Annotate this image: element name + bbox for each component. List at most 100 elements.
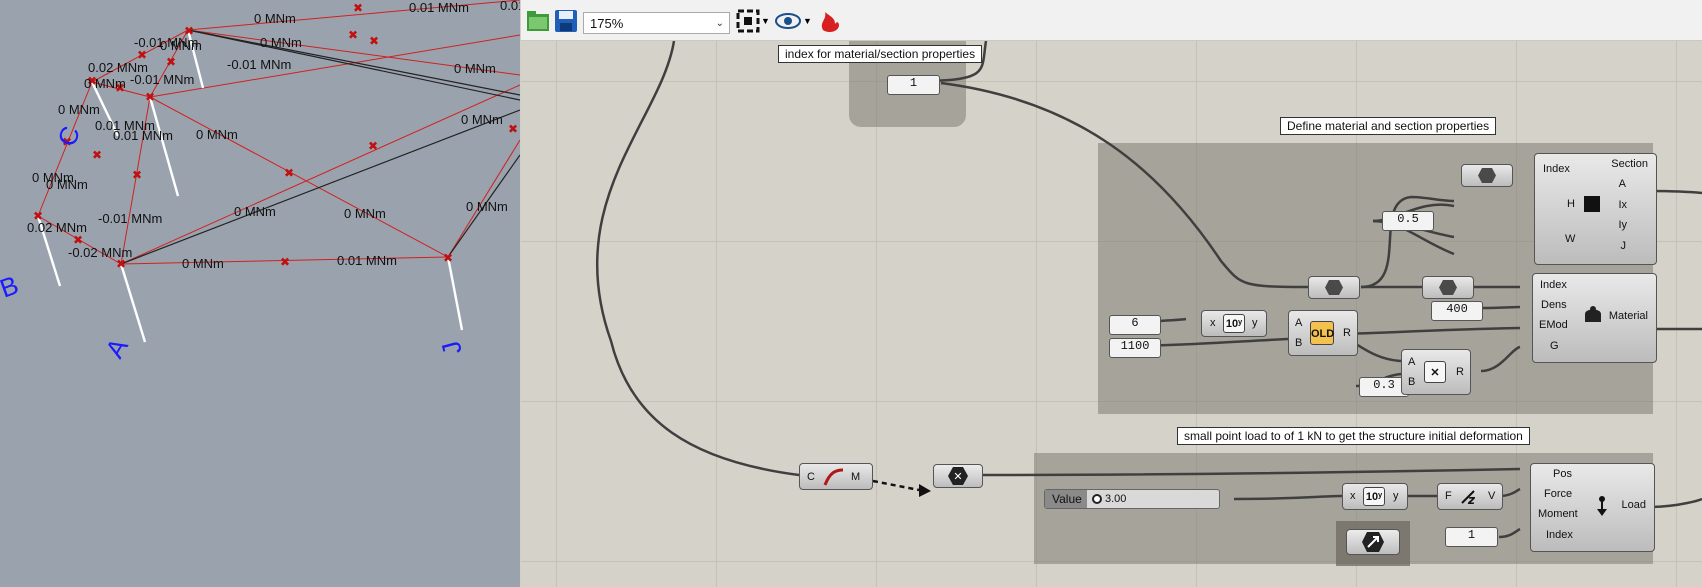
load-group-tag: small point load to of 1 kN to get the s… (1177, 427, 1530, 445)
save-file-button[interactable] (553, 8, 579, 34)
svg-text:z: z (1467, 493, 1476, 507)
section-output: Section (1611, 158, 1648, 170)
material-icon (1585, 306, 1601, 322)
svg-text:✕: ✕ (953, 470, 962, 483)
curve-component[interactable]: C M (799, 463, 873, 490)
eye-icon (775, 13, 801, 29)
bake-flame-icon (821, 12, 839, 32)
multiply-component-2[interactable]: A B ✕ R (1401, 349, 1471, 395)
power-component-1[interactable]: x 10ʸ y (1201, 310, 1267, 337)
load-input: Index (1546, 529, 1573, 541)
power-input-x: x (1210, 317, 1216, 329)
load-input: Moment (1538, 508, 1578, 520)
hexagon-icon (1325, 280, 1343, 295)
material-component[interactable]: Index Dens EMod G Material (1532, 273, 1657, 363)
save-disk-icon (555, 10, 577, 32)
curve-output-m: M (851, 471, 861, 483)
vector-arrow-hexagon-icon (1362, 532, 1384, 552)
material-input: Index (1540, 279, 1567, 291)
section-input: W (1565, 233, 1576, 245)
material-param[interactable] (1422, 276, 1474, 299)
delete-hexagon-icon: ✕ (948, 467, 968, 485)
section-param[interactable] (1461, 164, 1513, 187)
axis-letter-b: B (0, 270, 22, 304)
section-input: Index (1543, 163, 1570, 175)
open-file-button[interactable] (525, 8, 551, 34)
multiply-icon: ✕ (1424, 361, 1446, 383)
multiply-component-1[interactable]: A B OLD R (1288, 310, 1358, 356)
slider-label-box: Value (1045, 490, 1087, 508)
grasshopper-editor[interactable]: 175% ⌄ ▼ ▼ index for material/section pr… (521, 0, 1702, 587)
canvas-toolbar: 175% ⌄ ▼ ▼ (521, 0, 1702, 41)
section-output: J (1620, 240, 1627, 252)
power2-input-x: x (1350, 490, 1356, 502)
load-index-panel[interactable]: 1 (1445, 527, 1498, 547)
zoom-value: 175% (590, 16, 624, 31)
unitz-input-f: F (1445, 490, 1452, 502)
section-output: Ix (1618, 199, 1627, 211)
axis-letter-j: J (435, 338, 467, 358)
material-input: G (1550, 340, 1559, 352)
chevron-down-icon: ⌄ (715, 18, 724, 29)
section-input: H (1567, 198, 1575, 210)
bake-button[interactable] (817, 8, 843, 34)
slider-grip-icon[interactable] (1091, 493, 1103, 505)
a-value-panel[interactable]: 6 (1109, 315, 1161, 335)
b-value-panel[interactable]: 1100 (1109, 338, 1161, 358)
load-output: Load (1621, 499, 1646, 511)
unitz-output-v: V (1488, 490, 1496, 502)
hexagon-icon (1439, 280, 1457, 295)
section-output: Iy (1618, 219, 1627, 231)
power-output-y: y (1252, 317, 1258, 329)
load-arrow-icon (1597, 496, 1607, 516)
zoom-extents-icon (736, 9, 760, 33)
axis-letters: B C A J (0, 122, 468, 363)
vector-display-component[interactable] (1346, 529, 1400, 555)
material-group-tag: Define material and section properties (1280, 117, 1497, 135)
mult-output-r: R (1343, 327, 1351, 339)
point-load-component[interactable]: Pos Force Moment Index Load (1530, 463, 1655, 552)
zoom-extents-button[interactable] (735, 8, 761, 34)
power-icon: 10ʸ (1363, 487, 1385, 506)
arrow-head-icon (919, 484, 931, 497)
rectangle-section-icon (1584, 196, 1600, 212)
index-param[interactable] (1308, 276, 1360, 299)
preview-toggle-button[interactable] (773, 8, 803, 34)
load-input: Force (1544, 488, 1573, 500)
unit-z-vector-icon: z (1461, 490, 1476, 507)
section-output: A (1618, 178, 1626, 190)
cross-section-component[interactable]: Index H W Section A Ix Iy J (1534, 153, 1657, 265)
zoom-select[interactable]: 175% ⌄ (583, 12, 730, 34)
hexagon-icon (1478, 168, 1496, 183)
axis-letter-c: C (51, 122, 86, 150)
mult-input-b: B (1295, 337, 1303, 349)
mult2-input-b: B (1408, 376, 1416, 388)
mult2-output-r: R (1456, 366, 1464, 378)
material-output: Material (1608, 310, 1648, 322)
power2-output-y: y (1393, 490, 1399, 502)
folder-icon (527, 11, 549, 31)
index-tag: index for material/section properties (778, 45, 983, 63)
dashed-wire (872, 479, 920, 492)
slider-value: 3.00 (1105, 493, 1127, 505)
rhino-viewport[interactable]: ✖ ✖ ✖ ✖ ✖ ✖ ✖ ✖ ✖ ✖ ✖ ✖ ✖ ✖ ✖ ✖ ✖ ✖ ✖ ✖ 0 MNm 0.01 MN… (0, 0, 520, 587)
mult-input-a: A (1295, 317, 1303, 329)
unit-z-component[interactable]: F z V (1437, 483, 1503, 510)
curve-input-c: C (807, 471, 815, 483)
preview-dropdown[interactable]: ▼ (803, 8, 815, 34)
power-component-2[interactable]: x 10ʸ y (1342, 483, 1408, 510)
mult2-input-a: A (1408, 356, 1416, 368)
delete-component[interactable]: ✕ (933, 464, 983, 488)
index-value-panel[interactable]: 1 (887, 75, 940, 95)
material-input: Dens (1541, 299, 1567, 311)
material-input: EMod (1539, 319, 1568, 331)
height-value-panel[interactable]: 0.5 (1382, 211, 1434, 231)
density-value-panel[interactable]: 400 (1431, 301, 1483, 321)
old-multiply-icon: OLD (1310, 321, 1334, 345)
value-slider[interactable]: Value 3.00 (1044, 489, 1220, 509)
grasshopper-canvas[interactable]: index for material/section properties De… (521, 41, 1702, 587)
curve-icon (823, 468, 844, 486)
axis-letter-a: A (99, 332, 134, 363)
load-input: Pos (1553, 468, 1572, 480)
zoom-extents-dropdown[interactable]: ▼ (761, 8, 773, 34)
